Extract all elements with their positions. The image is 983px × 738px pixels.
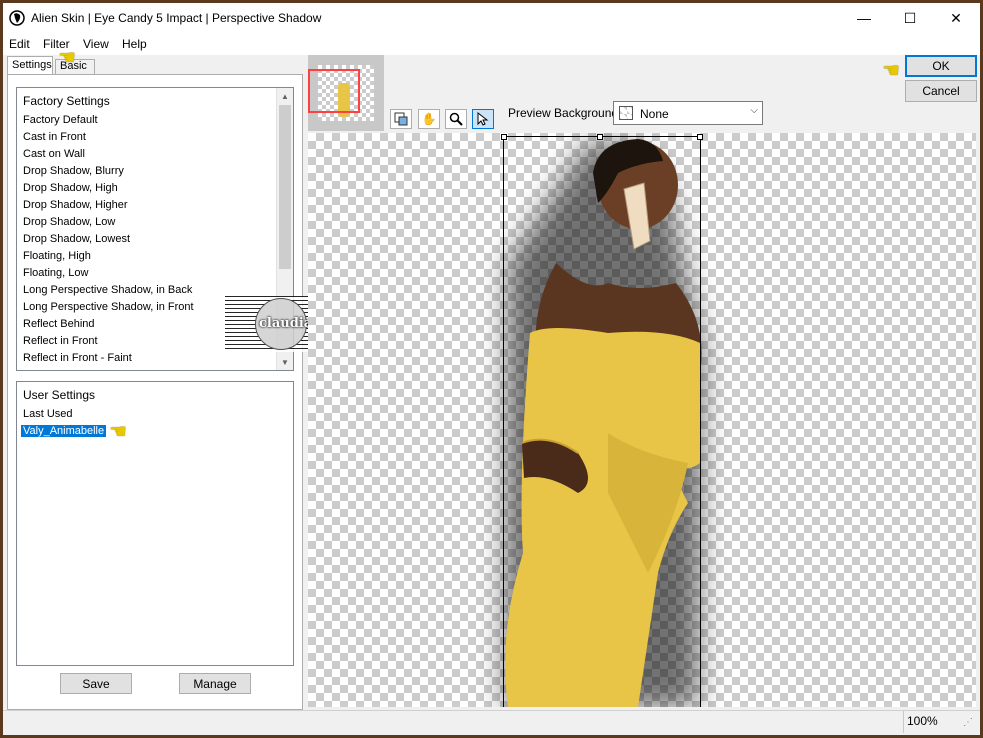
scroll-thumb[interactable] bbox=[279, 105, 291, 269]
list-item[interactable]: Reflect in Front bbox=[23, 335, 98, 347]
maximize-button[interactable]: ☐ bbox=[887, 3, 933, 33]
minimize-button[interactable]: — bbox=[841, 3, 887, 33]
list-item[interactable]: Reflect Behind bbox=[23, 318, 95, 330]
factory-settings-header: Factory Settings bbox=[23, 94, 110, 108]
pointing-hand-icon: ☛ bbox=[882, 60, 900, 82]
pointing-hand-icon: ☛ bbox=[58, 47, 76, 69]
menu-edit[interactable]: Edit bbox=[9, 37, 30, 51]
pointing-hand-icon: ☛ bbox=[109, 421, 127, 443]
list-item[interactable]: Long Perspective Shadow, in Back bbox=[23, 284, 192, 296]
list-item-selected[interactable]: Valy_Animabelle bbox=[21, 425, 107, 437]
status-divider bbox=[903, 711, 904, 733]
list-item[interactable]: Drop Shadow, High bbox=[23, 182, 118, 194]
user-settings-header: User Settings bbox=[23, 388, 96, 402]
list-item[interactable]: Cast on Wall bbox=[23, 148, 85, 160]
list-item[interactable]: Factory Default bbox=[23, 114, 98, 126]
status-bar bbox=[3, 710, 980, 735]
scroll-up-icon[interactable]: ▲ bbox=[277, 88, 293, 104]
menu-help[interactable]: Help bbox=[122, 37, 147, 51]
list-item[interactable]: Floating, High bbox=[23, 250, 91, 262]
cancel-button[interactable]: Cancel bbox=[905, 80, 977, 102]
list-item[interactable]: Last Used bbox=[23, 408, 73, 420]
save-button[interactable]: Save bbox=[60, 673, 132, 694]
transparent-swatch-icon bbox=[619, 106, 633, 120]
list-item[interactable]: Drop Shadow, Higher bbox=[23, 199, 128, 211]
preview-background-value: None bbox=[640, 107, 669, 121]
manage-button[interactable]: Manage bbox=[179, 673, 251, 694]
preview-canvas[interactable] bbox=[308, 133, 976, 707]
list-item[interactable]: Drop Shadow, Blurry bbox=[23, 165, 124, 177]
menu-bar: Edit Filter View Help bbox=[3, 33, 980, 55]
hand-pan-icon[interactable]: ✋ bbox=[418, 109, 440, 129]
alien-skin-logo-icon bbox=[9, 10, 25, 26]
navigator-thumbnail[interactable] bbox=[308, 55, 384, 131]
list-item[interactable]: Cast in Front bbox=[23, 131, 86, 143]
scroll-down-icon[interactable]: ▼ bbox=[277, 354, 293, 370]
title-bar: Alien Skin | Eye Candy 5 Impact | Perspe… bbox=[3, 3, 980, 33]
list-item[interactable]: Drop Shadow, Low bbox=[23, 216, 115, 228]
preview-background-select[interactable]: None ⌵ bbox=[613, 101, 763, 125]
preview-background-label: Preview Background: bbox=[508, 106, 622, 120]
watermark-text: claudia bbox=[259, 316, 313, 331]
preview-toggle-icon[interactable] bbox=[390, 109, 412, 129]
close-button[interactable]: ✕ bbox=[933, 3, 979, 33]
list-item[interactable]: Long Perspective Shadow, in Front bbox=[23, 301, 194, 313]
navigator-viewport[interactable] bbox=[308, 69, 360, 113]
list-item[interactable]: Drop Shadow, Lowest bbox=[23, 233, 130, 245]
resize-handle[interactable] bbox=[597, 134, 603, 140]
pointer-arrow-icon[interactable] bbox=[472, 109, 494, 129]
list-item[interactable]: Floating, Low bbox=[23, 267, 88, 279]
ok-button[interactable]: OK bbox=[905, 55, 977, 77]
app-window: Alien Skin | Eye Candy 5 Impact | Perspe… bbox=[3, 3, 980, 735]
resize-handle[interactable] bbox=[697, 134, 703, 140]
resize-grip-icon[interactable]: ⋰ bbox=[963, 717, 973, 728]
zoom-level: 100% bbox=[907, 714, 938, 728]
user-settings-list[interactable]: User Settings Last Used Valy_Animabelle bbox=[16, 381, 294, 666]
tab-settings[interactable]: Settings bbox=[7, 56, 53, 74]
resize-handle[interactable] bbox=[501, 134, 507, 140]
settings-panel: Factory Settings Factory Default Cast in… bbox=[7, 74, 303, 710]
menu-view[interactable]: View bbox=[83, 37, 109, 51]
window-title: Alien Skin | Eye Candy 5 Impact | Perspe… bbox=[31, 11, 322, 25]
zoom-icon[interactable] bbox=[445, 109, 467, 129]
list-item[interactable]: Reflect in Front - Faint bbox=[23, 352, 132, 364]
selection-bounding-box[interactable] bbox=[501, 134, 703, 707]
chevron-down-icon: ⌵ bbox=[750, 105, 758, 116]
